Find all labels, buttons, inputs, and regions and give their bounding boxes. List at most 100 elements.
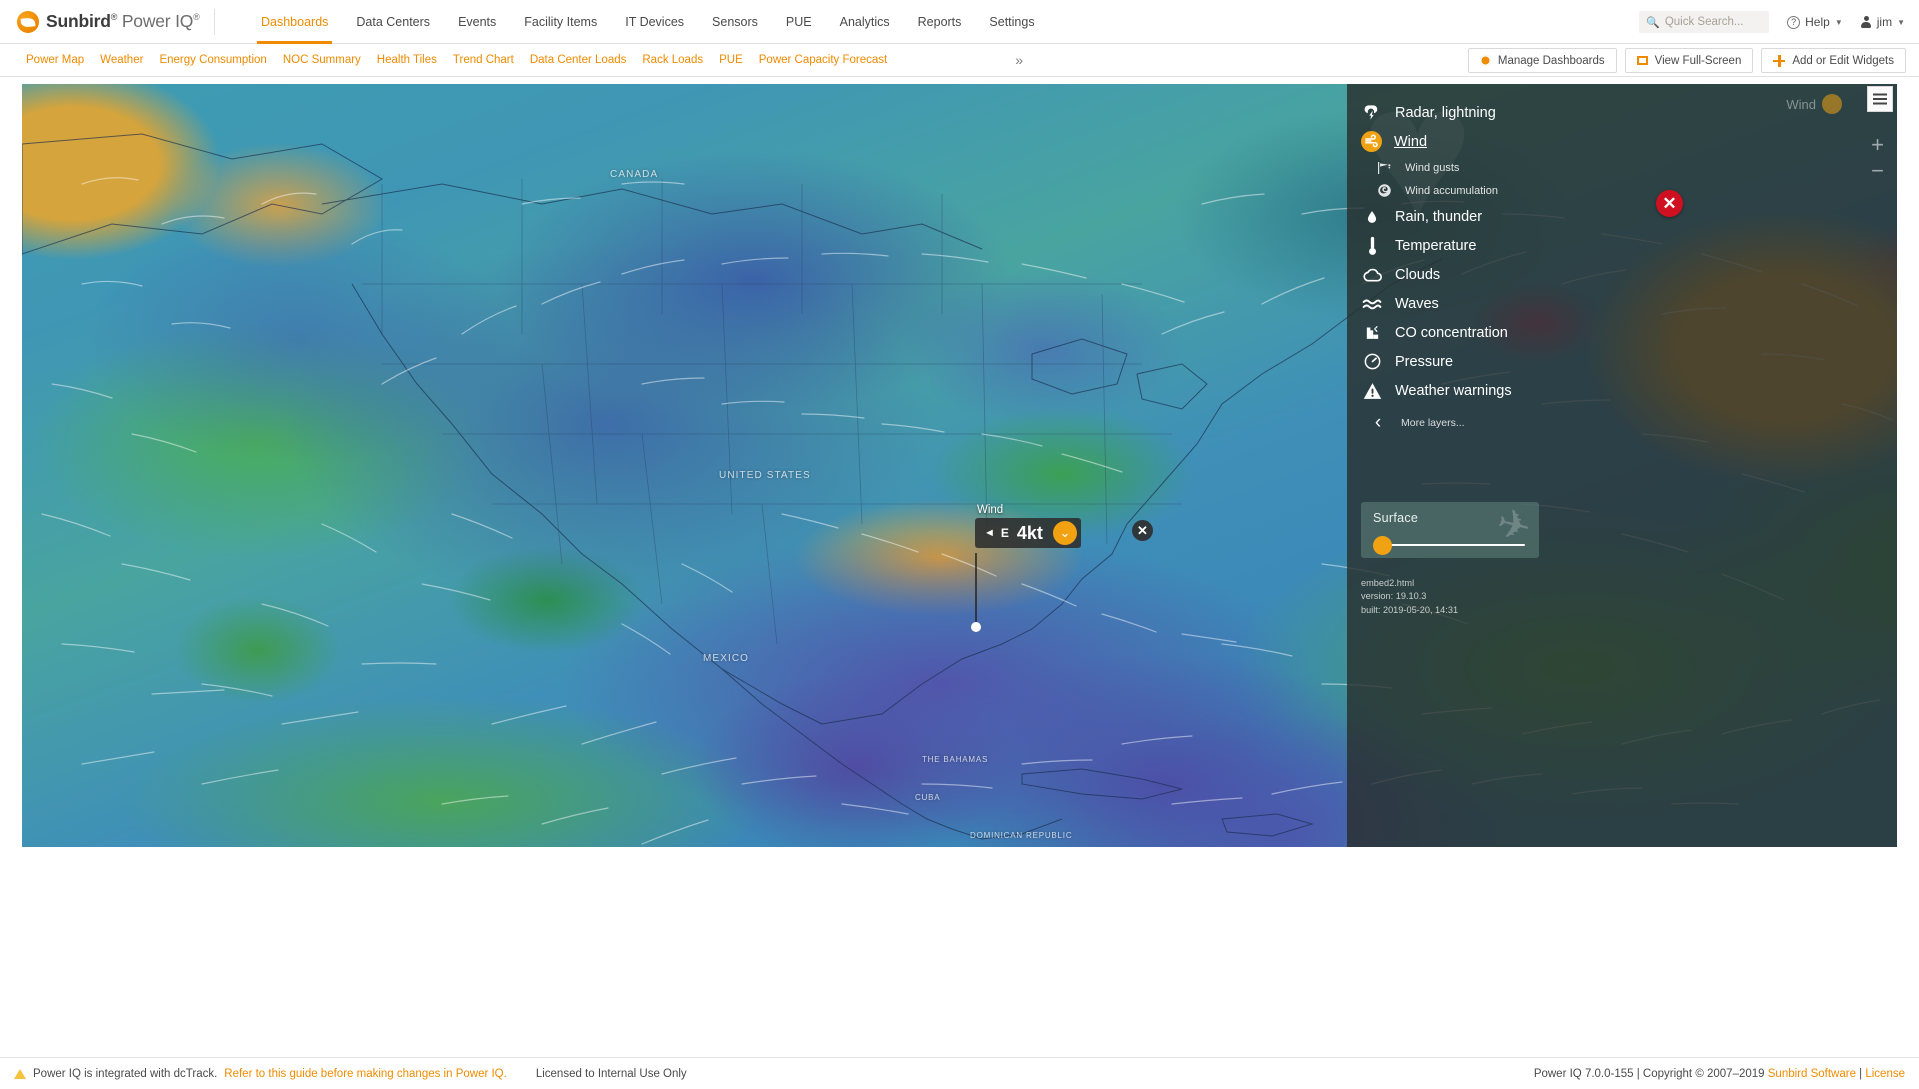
chevron-left-icon: ‹	[1367, 412, 1389, 434]
more-layers-button[interactable]: ‹More layers...	[1361, 408, 1897, 438]
warning-triangle-icon	[14, 1069, 26, 1079]
weather-layer-label: Wind	[1394, 134, 1427, 150]
more-tabs-button[interactable]: »	[1015, 52, 1023, 68]
weather-layer-temperature[interactable]: Temperature	[1361, 231, 1897, 260]
footer-copyright: Power IQ 7.0.0-155 | Copyright © 2007–20…	[1534, 1068, 1905, 1080]
user-label: jim	[1877, 15, 1892, 29]
main-nav-links: DashboardsData CentersEventsFacility Ite…	[247, 0, 1049, 44]
chevron-down-icon[interactable]: ⌄	[1053, 521, 1077, 545]
weather-map-widget[interactable]: CANADAUNITED STATESMEXICOTHE BAHAMASCUBA…	[22, 84, 1897, 847]
question-mark-icon: ?	[1787, 16, 1800, 29]
weather-layer-wind-gusts[interactable]: Wind gusts	[1361, 156, 1897, 179]
dashboard-tab-power-capacity-forecast[interactable]: Power Capacity Forecast	[751, 54, 895, 66]
dashboard-tab-weather[interactable]: Weather	[92, 54, 151, 66]
license-link[interactable]: License	[1865, 1068, 1905, 1080]
weather-layer-co-concentration[interactable]: CO concentration	[1361, 318, 1897, 347]
dashboard-actions: Manage Dashboards View Full-Screen Add o…	[1468, 48, 1906, 73]
manage-dashboards-button[interactable]: Manage Dashboards	[1468, 48, 1617, 73]
brand-logo-area[interactable]: Sunbird® Power IQ®	[0, 11, 210, 33]
dashboard-tab-power-map[interactable]: Power Map	[18, 54, 92, 66]
add-edit-widgets-button[interactable]: Add or Edit Widgets	[1761, 48, 1906, 73]
zoom-out-button[interactable]: −	[1871, 158, 1884, 184]
dashboard-tab-health-tiles[interactable]: Health Tiles	[369, 54, 445, 66]
top-nav-right-group: 🔍 ? Help ▼ jim ▼	[1639, 0, 1905, 44]
dashboard-tabs: Power MapWeatherEnergy ConsumptionNOC Su…	[0, 54, 895, 66]
nav-divider	[214, 9, 215, 35]
add-edit-widgets-label: Add or Edit Widgets	[1792, 55, 1894, 67]
weather-layer-clouds[interactable]: Clouds	[1361, 260, 1897, 289]
wind-popup-close-button[interactable]: ✕	[1132, 520, 1153, 541]
nav-item-sensors[interactable]: Sensors	[698, 0, 772, 44]
surface-level-title: Surface	[1373, 511, 1527, 525]
nav-item-it-devices[interactable]: IT Devices	[611, 0, 698, 44]
user-menu[interactable]: jim ▼	[1861, 15, 1905, 29]
wind-reading-popup[interactable]: Wind ◄ E 4kt ⌄ ✕	[975, 504, 1081, 548]
nav-item-reports[interactable]: Reports	[904, 0, 976, 44]
weather-layer-rain-thunder[interactable]: Rain, thunder	[1361, 202, 1897, 231]
view-fullscreen-button[interactable]: View Full-Screen	[1625, 48, 1754, 73]
wind-popup-location-dot	[971, 622, 981, 632]
nav-item-events[interactable]: Events	[444, 0, 510, 44]
dashboard-tab-trend-chart[interactable]: Trend Chart	[445, 54, 522, 66]
slider-handle[interactable]	[1373, 536, 1392, 555]
weather-layer-label: CO concentration	[1395, 325, 1508, 341]
wind-popup-title: Wind	[975, 504, 1081, 516]
top-navigation-bar: Sunbird® Power IQ® DashboardsData Center…	[0, 0, 1919, 44]
version-built: built: 2019-05-20, 14:31	[1361, 604, 1458, 617]
windsock-icon	[1373, 157, 1395, 179]
dashboard-tab-rack-loads[interactable]: Rack Loads	[634, 54, 711, 66]
weather-layer-weather-warnings[interactable]: Weather warnings	[1361, 376, 1897, 405]
chevron-down-icon: ▼	[1835, 18, 1843, 27]
plus-icon	[1773, 55, 1785, 67]
nav-item-pue[interactable]: PUE	[772, 0, 826, 44]
nav-item-facility-items[interactable]: Facility Items	[510, 0, 611, 44]
weather-layer-wind-accumulation[interactable]: Wind accumulation	[1361, 179, 1897, 202]
weather-layer-wind[interactable]: Wind	[1361, 127, 1897, 156]
dashboard-tab-data-center-loads[interactable]: Data Center Loads	[522, 54, 635, 66]
help-menu[interactable]: ? Help ▼	[1787, 15, 1843, 29]
wind-badge-dot-icon	[1822, 94, 1842, 114]
close-widget-button[interactable]: ✕	[1656, 190, 1683, 217]
user-icon	[1861, 16, 1872, 28]
sunbird-software-link[interactable]: Sunbird Software	[1768, 1068, 1856, 1080]
footer-left-group: Power IQ is integrated with dcTrack. Ref…	[0, 1068, 687, 1080]
view-fullscreen-label: View Full-Screen	[1655, 55, 1742, 67]
slider-track[interactable]	[1377, 544, 1525, 546]
weather-layer-pressure[interactable]: Pressure	[1361, 347, 1897, 376]
menu-icon[interactable]	[1867, 86, 1893, 112]
map-zoom-controls[interactable]: + −	[1871, 132, 1884, 184]
license-notice: Licensed to Internal Use Only	[536, 1068, 687, 1080]
dctrack-guide-link[interactable]: Refer to this guide before making change…	[224, 1068, 507, 1080]
wind-popup-stem	[975, 553, 977, 625]
weather-layer-label: Temperature	[1395, 238, 1476, 254]
dashboard-tab-noc-summary[interactable]: NOC Summary	[275, 54, 369, 66]
altitude-slider[interactable]	[1373, 536, 1527, 556]
nav-item-settings[interactable]: Settings	[975, 0, 1048, 44]
wind-speed-value: 4kt	[1017, 523, 1043, 544]
wind-icon	[1361, 131, 1382, 152]
gear-icon	[1480, 55, 1491, 66]
wind-layer-badge[interactable]: Wind	[1786, 94, 1842, 114]
screen-icon	[1637, 56, 1648, 65]
nav-item-data-centers[interactable]: Data Centers	[342, 0, 444, 44]
cyclone-icon	[1373, 180, 1395, 202]
dashboard-tab-energy-consumption[interactable]: Energy Consumption	[151, 54, 274, 66]
wind-badge-label: Wind	[1786, 97, 1816, 112]
weather-layer-label: Clouds	[1395, 267, 1440, 283]
nav-item-dashboards[interactable]: Dashboards	[247, 0, 342, 44]
lightning-icon	[1361, 102, 1383, 124]
search-input[interactable]	[1665, 16, 1762, 28]
version-info: embed2.html version: 19.10.3 built: 2019…	[1361, 577, 1458, 617]
weather-layer-label: Wind accumulation	[1405, 185, 1498, 197]
version-number: version: 19.10.3	[1361, 590, 1458, 603]
wind-popup-body: ◄ E 4kt ⌄	[975, 518, 1081, 548]
weather-layer-label: Pressure	[1395, 354, 1453, 370]
search-box[interactable]: 🔍	[1639, 11, 1769, 33]
dashboard-tab-pue[interactable]: PUE	[711, 54, 751, 66]
nav-item-analytics[interactable]: Analytics	[826, 0, 904, 44]
weather-layer-waves[interactable]: Waves	[1361, 289, 1897, 318]
wind-direction-label: E	[1001, 526, 1009, 540]
surface-level-widget[interactable]: Surface ✈	[1361, 502, 1539, 558]
brand-title: Sunbird® Power IQ®	[46, 11, 200, 32]
zoom-in-button[interactable]: +	[1871, 132, 1884, 158]
